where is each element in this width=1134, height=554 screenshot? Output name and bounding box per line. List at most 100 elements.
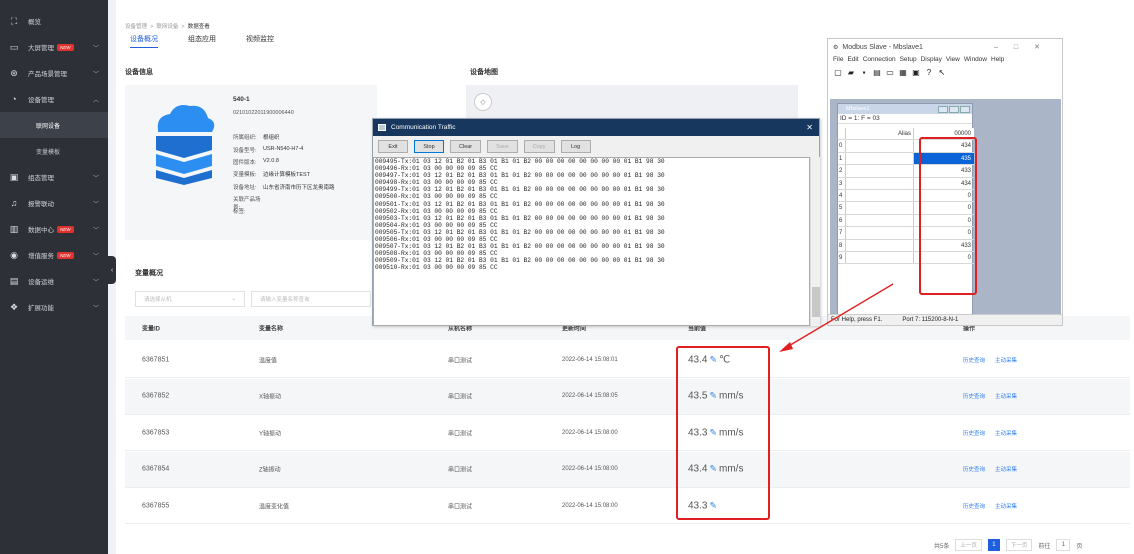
map-pan-control[interactable]: ◇: [474, 93, 492, 111]
breadcrumb-item[interactable]: 设备管理: [125, 24, 147, 30]
sidebar-item[interactable]: ♫ 报警联动 ﹀: [0, 190, 108, 216]
sidebar-item[interactable]: ❖ 扩展功能 ﹀: [0, 294, 108, 320]
tab-config-app[interactable]: 组态应用: [188, 34, 216, 48]
save-button[interactable]: Save: [487, 140, 518, 153]
clear-button[interactable]: Clear: [450, 140, 482, 153]
var-name: 温度值: [259, 358, 278, 364]
tab-video-monitor[interactable]: 视频监控: [246, 34, 274, 48]
menu-item[interactable]: Edit: [847, 56, 858, 63]
sidebar-item[interactable]: ▤ 设备运维 ﹀: [0, 268, 108, 294]
history-query-link[interactable]: 历史查询: [963, 429, 985, 437]
close-icon[interactable]: ✕: [806, 123, 813, 132]
active-collect-link[interactable]: 主动采集: [995, 392, 1017, 400]
sidebar-collapse-toggle[interactable]: ‹: [108, 256, 116, 284]
history-query-link[interactable]: 历史查询: [963, 502, 985, 510]
update-time: 2022-06-14 15:08:00: [562, 502, 618, 509]
help-icon[interactable]: ?: [924, 68, 934, 78]
window-icon: [378, 124, 386, 131]
chevron-down-icon: ﹀: [92, 305, 99, 312]
ct-titlebar[interactable]: Communication Traffic ✕: [373, 119, 819, 136]
register-index: 5: [838, 202, 846, 214]
slave-name: 串口测试: [448, 358, 473, 364]
sidebar-item[interactable]: 联网设备: [0, 112, 108, 139]
pager-next-button[interactable]: 下一页: [1005, 539, 1033, 551]
new-icon[interactable]: ▢: [833, 68, 843, 78]
update-time: 2022-06-14 15:08:00: [562, 466, 618, 472]
ct-toolbar: Exit Stop Clear Save Copy Log: [373, 136, 819, 157]
menu-item[interactable]: Setup: [900, 56, 917, 63]
variable-search-input[interactable]: 请输入变量名称查询: [251, 291, 371, 307]
scrollbar-thumb[interactable]: [812, 287, 820, 317]
chevron-up-icon: ︿: [92, 97, 99, 104]
tab-device-overview[interactable]: 设备概况: [130, 34, 158, 48]
sidebar-item[interactable]: ▣ 组态管理 ﹀: [0, 164, 108, 190]
history-query-link[interactable]: 历史查询: [963, 465, 985, 473]
pager-goto-input[interactable]: 1: [1056, 539, 1071, 551]
register-alias: [846, 251, 914, 264]
breadcrumb-item[interactable]: 联网设备: [156, 24, 178, 30]
var-name: Z轴振动: [259, 467, 281, 474]
context-help-icon[interactable]: ↖: [937, 68, 947, 78]
nav-icon: ▣: [9, 171, 19, 182]
sidebar-item[interactable]: ▭ 大屏管理 NEW ﹀: [0, 34, 108, 60]
active-collect-link[interactable]: 主动采集: [995, 356, 1017, 364]
slave-select[interactable]: 请选择从机 ⌄: [135, 291, 245, 307]
pagination: 共5条 上一页 1 下一页 前往 1 页: [934, 539, 1082, 551]
device-field: 固件版本: V2.0.8: [233, 158, 279, 166]
traffic-log-scrollbar[interactable]: [810, 157, 820, 326]
sidebar-item[interactable]: ⛶ 概览: [0, 8, 108, 34]
menu-item[interactable]: View: [946, 56, 960, 63]
mb-menubar: File Edit Connection Setup Display View Window…: [828, 55, 1062, 64]
save-icon[interactable]: ▪: [859, 68, 869, 78]
list-icon[interactable]: ▦: [898, 68, 908, 78]
menu-item[interactable]: Help: [991, 56, 1004, 63]
device-field: 设备地址: 山东省济南市历下区龙奥南路: [233, 183, 335, 191]
nav-icon: ⊛: [10, 67, 18, 78]
history-query-link[interactable]: 历史查询: [963, 356, 985, 364]
menu-item[interactable]: Connection: [863, 56, 896, 63]
register-index: 6: [838, 214, 846, 227]
sidebar-item-label: 概览: [28, 19, 41, 27]
active-collect-link[interactable]: 主动采集: [995, 429, 1017, 437]
active-collect-link[interactable]: 主动采集: [995, 465, 1017, 473]
menu-item[interactable]: Display: [921, 56, 942, 63]
log-line: 009499-Tx:01 03 12 01 B2 01 B3 01 B1 01 …: [375, 186, 665, 194]
pager-current-page[interactable]: 1: [987, 539, 1000, 551]
slave-name: 串口测试: [448, 431, 473, 437]
sidebar-item[interactable]: ▥ 数据中心 NEW ﹀: [0, 216, 108, 242]
sidebar-item[interactable]: 变量模板: [0, 138, 108, 164]
device-cloud-icon: [156, 105, 215, 185]
window-icon[interactable]: ▭: [885, 68, 895, 78]
device-field: 标签:: [233, 207, 263, 215]
sidebar-item-label: 变量模板: [36, 149, 61, 156]
menu-item[interactable]: Window: [964, 56, 987, 63]
open-icon[interactable]: ▰: [846, 68, 856, 78]
register-index: 1: [838, 152, 846, 165]
sidebar: ⛶ 概览 ▭ 大屏管理 NEW ﹀ ⊛ 产品场景管理 ﹀ ◔ 设备管理 ︿ 联网设备 变量模板 ▣ 组态管理 ﹀…: [0, 0, 108, 554]
stop-button[interactable]: Stop: [414, 140, 444, 153]
nav-icon: ▥: [9, 223, 19, 234]
log-line: 009498-Rx:01 03 00 00 00 09 85 CC: [375, 179, 498, 187]
display-icon[interactable]: ▣: [911, 68, 921, 78]
register-alias: [846, 214, 914, 227]
sidebar-item[interactable]: ◉ 增值服务 NEW ﹀: [0, 242, 108, 268]
history-query-link[interactable]: 历史查询: [963, 392, 985, 400]
print-icon[interactable]: ▤: [872, 68, 882, 78]
mb-titlebar[interactable]: ⚙ Modbus Slave - Mbslave1 –□✕: [828, 39, 1062, 55]
active-collect-link[interactable]: 主动采集: [995, 502, 1017, 510]
device-field: 变量模板: 边缘计算模板TEST: [233, 170, 310, 178]
exit-button[interactable]: Exit: [378, 140, 408, 153]
child-titlebar[interactable]: Mbslave1: [838, 104, 972, 114]
traffic-log[interactable]: 009495-Tx:01 03 12 01 B2 01 B3 01 B1 01 …: [373, 157, 810, 326]
sidebar-item[interactable]: ◔ 设备管理 ︿: [0, 86, 108, 112]
col-header: 变量ID: [142, 326, 161, 333]
menu-item[interactable]: File: [833, 56, 843, 63]
copy-button[interactable]: Copy: [523, 140, 555, 153]
breadcrumb: 设备管理 > 联网设备 > 数据查看: [125, 24, 210, 30]
log-button[interactable]: Log: [560, 140, 591, 153]
child-window-controls[interactable]: [938, 105, 970, 113]
window-controls[interactable]: –□✕: [994, 43, 1056, 51]
sidebar-item-label: 设备管理: [28, 97, 54, 105]
pager-prev-button[interactable]: 上一页: [955, 539, 982, 551]
sidebar-item[interactable]: ⊛ 产品场景管理 ﹀: [0, 60, 108, 86]
